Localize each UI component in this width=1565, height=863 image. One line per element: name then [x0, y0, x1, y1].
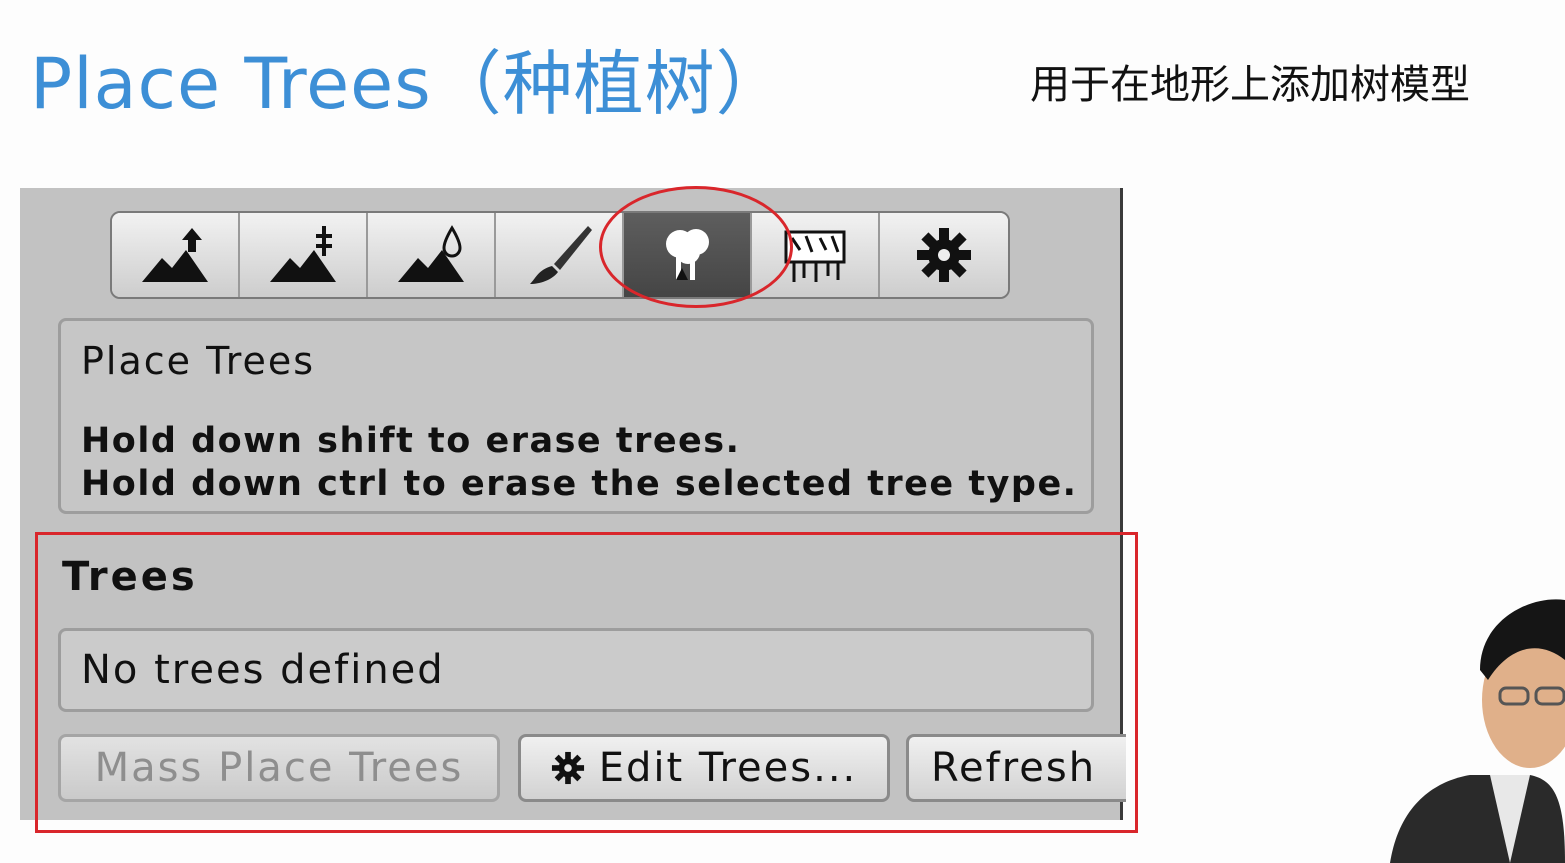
- help-title: Place Trees: [81, 339, 316, 383]
- presenter-video: [1380, 590, 1565, 863]
- slide: Place Trees（种植树） 用于在地形上添加树模型 Place Trees…: [0, 0, 1565, 863]
- smooth-height-button[interactable]: [368, 213, 496, 297]
- help-line-ctrl: Hold down ctrl to erase the selected tre…: [81, 464, 1078, 504]
- slide-title: Place Trees（种植树）: [30, 43, 787, 125]
- terrain-toolbar: [110, 211, 1010, 299]
- terrain-settings-button[interactable]: [880, 213, 1008, 297]
- slide-subtitle: 用于在地形上添加树模型: [1030, 62, 1470, 108]
- set-height-button[interactable]: [240, 213, 368, 297]
- smooth-height-icon: [398, 225, 464, 282]
- set-height-icon: [270, 226, 336, 282]
- help-line-shift: Hold down shift to erase trees.: [81, 421, 741, 461]
- settings-gear-icon: [917, 228, 971, 282]
- raise-terrain-button[interactable]: [112, 213, 240, 297]
- help-box: Place Trees Hold down shift to erase tre…: [58, 318, 1094, 514]
- raise-terrain-icon: [142, 228, 208, 282]
- trees-section-highlight-box: [35, 532, 1138, 833]
- paint-texture-icon: [530, 226, 592, 284]
- place-trees-highlight-circle: [599, 186, 793, 308]
